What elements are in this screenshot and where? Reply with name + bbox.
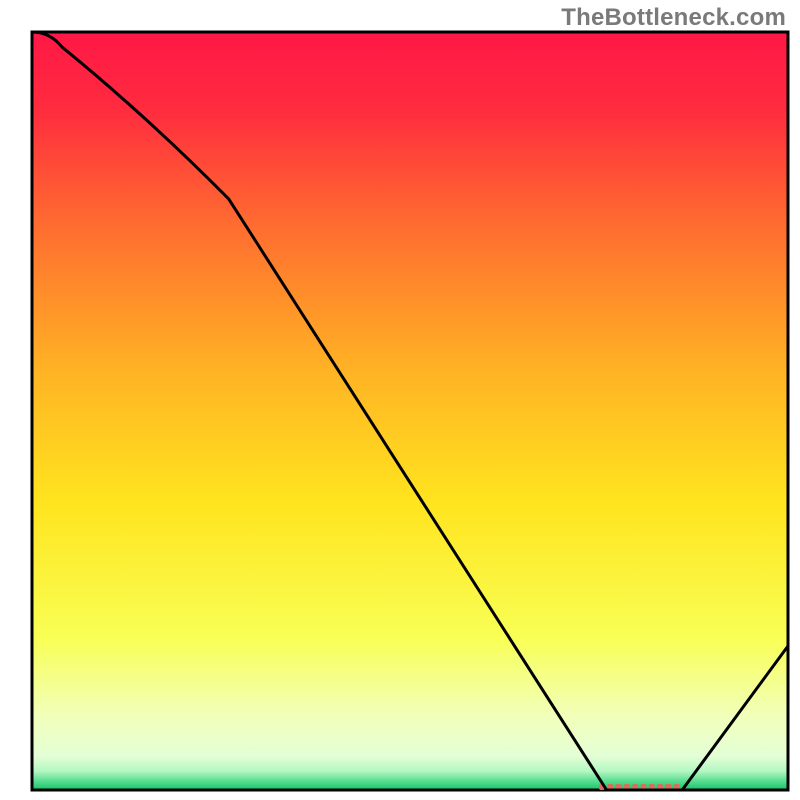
- chart-container: TheBottleneck.com: [0, 0, 800, 800]
- watermark-text: TheBottleneck.com: [561, 4, 786, 32]
- gradient-background: [32, 32, 788, 790]
- bottleneck-chart: [0, 0, 800, 800]
